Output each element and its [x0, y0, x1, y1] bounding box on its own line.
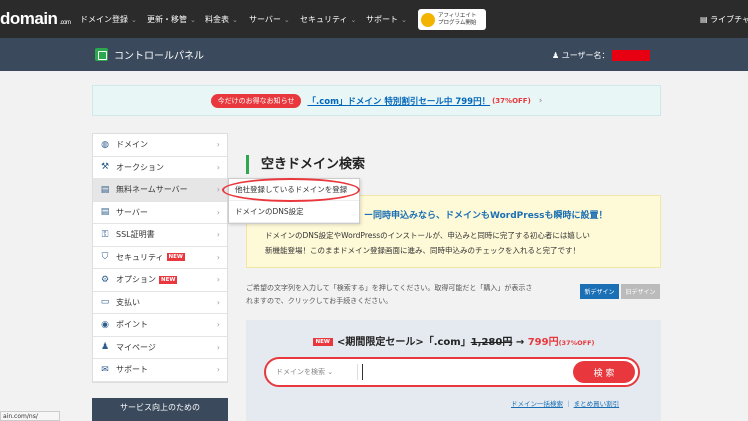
browser-status-url: ain.com/ns/ [0, 411, 60, 421]
sidebar-item-server[interactable]: ▤ サーバー › [93, 202, 227, 224]
coin-icon [421, 12, 435, 27]
sidebar: ◍ ドメイン › ⚒ オークション › ▤ 無料ネームサーバー › ▤ サーバー › ⚿ SSL証… [92, 133, 228, 383]
new-design-button[interactable]: 新デザイン [580, 284, 619, 299]
sidebar-item-security[interactable]: ⛉ セキュリティ NEW › [93, 247, 227, 269]
chevron-right-icon: › [216, 230, 220, 240]
username-redacted [611, 50, 650, 61]
nav-pricing[interactable]: 料金表 ⌄ [205, 14, 238, 25]
chevron-down-icon: ⌄ [283, 16, 290, 24]
desc-line-1: ご希望の文字列を入力して「検索する」を押してください。取得可能だと「購入」が表示… [246, 284, 533, 292]
chevron-down-icon: ⌄ [401, 16, 407, 24]
notice-heading: ー同時申込みなら、ドメインもWordPressも瞬時に設置！ [364, 211, 608, 221]
sidebar-item-auction[interactable]: ⚒ オークション › [93, 157, 227, 179]
search-bar: ドメインを検索 ⌄ 検 索 [264, 357, 640, 387]
nav-security[interactable]: セキュリティ ⌄ [300, 14, 356, 25]
control-panel-title[interactable]: コントロールパネル [95, 47, 204, 62]
chevron-down-icon: ⌄ [232, 16, 238, 24]
card-icon: ▭ [100, 297, 110, 308]
chevron-down-icon: ⌄ [190, 16, 196, 24]
promo-link[interactable]: 「.com」ドメイン 特別割引セール中 799円！ [307, 95, 490, 107]
highlight-circle [222, 178, 360, 202]
user-menu[interactable]: ♟ ユーザー名： [552, 50, 650, 61]
nav-server[interactable]: サーバー ⌄ [249, 14, 290, 25]
bulk-discount-link[interactable]: まとめ買い割引 [574, 400, 620, 408]
user-icon: ♟ [552, 51, 562, 60]
sidebar-item-free-nameserver[interactable]: ▤ 無料ネームサーバー › [93, 179, 227, 202]
chevron-right-icon: › [216, 275, 220, 285]
chevron-right-icon: › [216, 297, 220, 307]
user-icon: ♟ [100, 342, 110, 353]
server-icon: ▤ [100, 184, 110, 195]
sidebar-item-mypage[interactable]: ♟ マイページ › [93, 337, 227, 359]
sidebar-item-domain[interactable]: ◍ ドメイン › [93, 134, 227, 157]
flyout-item-dns-settings[interactable]: ドメインのDNS設定 [229, 201, 359, 223]
chevron-right-icon: › [216, 365, 220, 375]
sidebar-item-payment[interactable]: ▭ 支払い › [93, 292, 227, 314]
chevron-right-icon: › [216, 252, 220, 262]
chevron-down-icon: ⌄ [131, 16, 137, 24]
affiliate-label-1: アフィリエイト [438, 12, 477, 19]
chevron-down-icon: ⌄ [350, 16, 357, 24]
sidebar-item-support[interactable]: ✉ サポート › [93, 359, 227, 382]
affiliate-label-2: プログラム開始 [438, 19, 477, 26]
chat-icon: ▤ [700, 15, 711, 24]
lock-icon: ⚿ [101, 229, 109, 240]
desc-line-2: れますので、クリックしてお手続きください。 [246, 297, 393, 305]
sidebar-item-ssl[interactable]: ⚿ SSL証明書 › [93, 224, 227, 247]
sale-headline: NEW <期間限定セール>「.com」1,280円 → 799円(37%OFF) [246, 333, 661, 348]
gear-icon: ⚙ [100, 274, 110, 285]
mail-icon: ✉ [101, 364, 109, 375]
promo-off: (37%OFF) [492, 96, 531, 105]
notice-body: ドメインのDNS設定やWordPressのインストールが、申込みと同時に完了する… [265, 228, 590, 258]
search-button[interactable]: 検 索 [573, 361, 635, 383]
domain-search-input[interactable] [362, 364, 573, 380]
notice-line-1: ドメインのDNS設定やWordPressのインストールが、申込みと同時に完了する… [265, 231, 590, 240]
sale-price: 799円 [527, 337, 559, 348]
chevron-right-icon: › [216, 207, 220, 217]
affiliate-button[interactable]: アフィリエイト プログラム開始 [418, 9, 486, 30]
nav-livechat[interactable]: ▤ ライブチャット [700, 14, 748, 25]
control-panel-icon [95, 48, 108, 61]
search-type-select[interactable]: ドメインを検索 ⌄ [266, 364, 358, 380]
gavel-icon: ⚒ [100, 162, 110, 173]
site-logo[interactable]: domain .com [0, 9, 71, 29]
control-panel-bar: コントロールパネル ♟ ユーザー名： [0, 38, 748, 71]
chevron-right-icon: › [216, 162, 220, 172]
new-badge: NEW [312, 338, 333, 346]
old-design-button[interactable]: 旧デザイン [621, 284, 660, 299]
chevron-right-icon: › [216, 320, 220, 330]
top-nav: domain .com ドメイン登録 ⌄ 更新・移管 ⌄ 料金表 ⌄ サーバー ⌄ セキュ… [0, 0, 748, 38]
chevron-right-icon: › [216, 342, 220, 352]
old-price: 1,280円 [470, 337, 513, 348]
chevron-right-icon: › [216, 140, 220, 150]
domain-search-panel: NEW <期間限定セール>「.com」1,280円 → 799円(37%OFF) … [246, 320, 661, 421]
chevron-right-icon: › [538, 95, 543, 106]
new-badge: NEW [166, 253, 185, 262]
server-icon: ▤ [100, 207, 110, 218]
promo-banner[interactable]: 今だけのお得なお知らせ 「.com」ドメイン 特別割引セール中 799円！ (3… [92, 85, 661, 116]
page-title: 空きドメイン検索 [246, 155, 365, 174]
sale-off: (37%OFF) [558, 339, 595, 347]
com-icon: ◍ [101, 139, 109, 150]
nav-domain-register[interactable]: ドメイン登録 ⌄ [80, 14, 137, 25]
shield-icon: ⛉ [101, 252, 109, 263]
sidebar-footer: サービス向上のための [92, 398, 228, 421]
promo-badge: 今だけのお得なお知らせ [210, 93, 302, 108]
sidebar-item-point[interactable]: ◉ ポイント › [93, 314, 227, 337]
nav-renew-transfer[interactable]: 更新・移管 ⌄ [147, 14, 196, 25]
chevron-right-icon: › [216, 185, 220, 195]
bulk-search-link[interactable]: ドメイン一括検索 [511, 400, 563, 408]
search-links: ドメイン一括検索 ｜ まとめ買い割引 [511, 400, 620, 408]
search-description: ご希望の文字列を入力して「検索する」を押してください。取得可能だと「購入」が表示… [246, 282, 576, 308]
coins-icon: ◉ [101, 319, 109, 330]
new-badge: NEW [159, 275, 178, 284]
notice-line-2: 新機能登場！このままドメイン登録画面に進み、同時申込みのチェックを入れると完了で… [265, 246, 580, 255]
sidebar-item-option[interactable]: ⚙ オプション NEW › [93, 269, 227, 292]
nav-support[interactable]: サポート ⌄ [366, 14, 407, 25]
